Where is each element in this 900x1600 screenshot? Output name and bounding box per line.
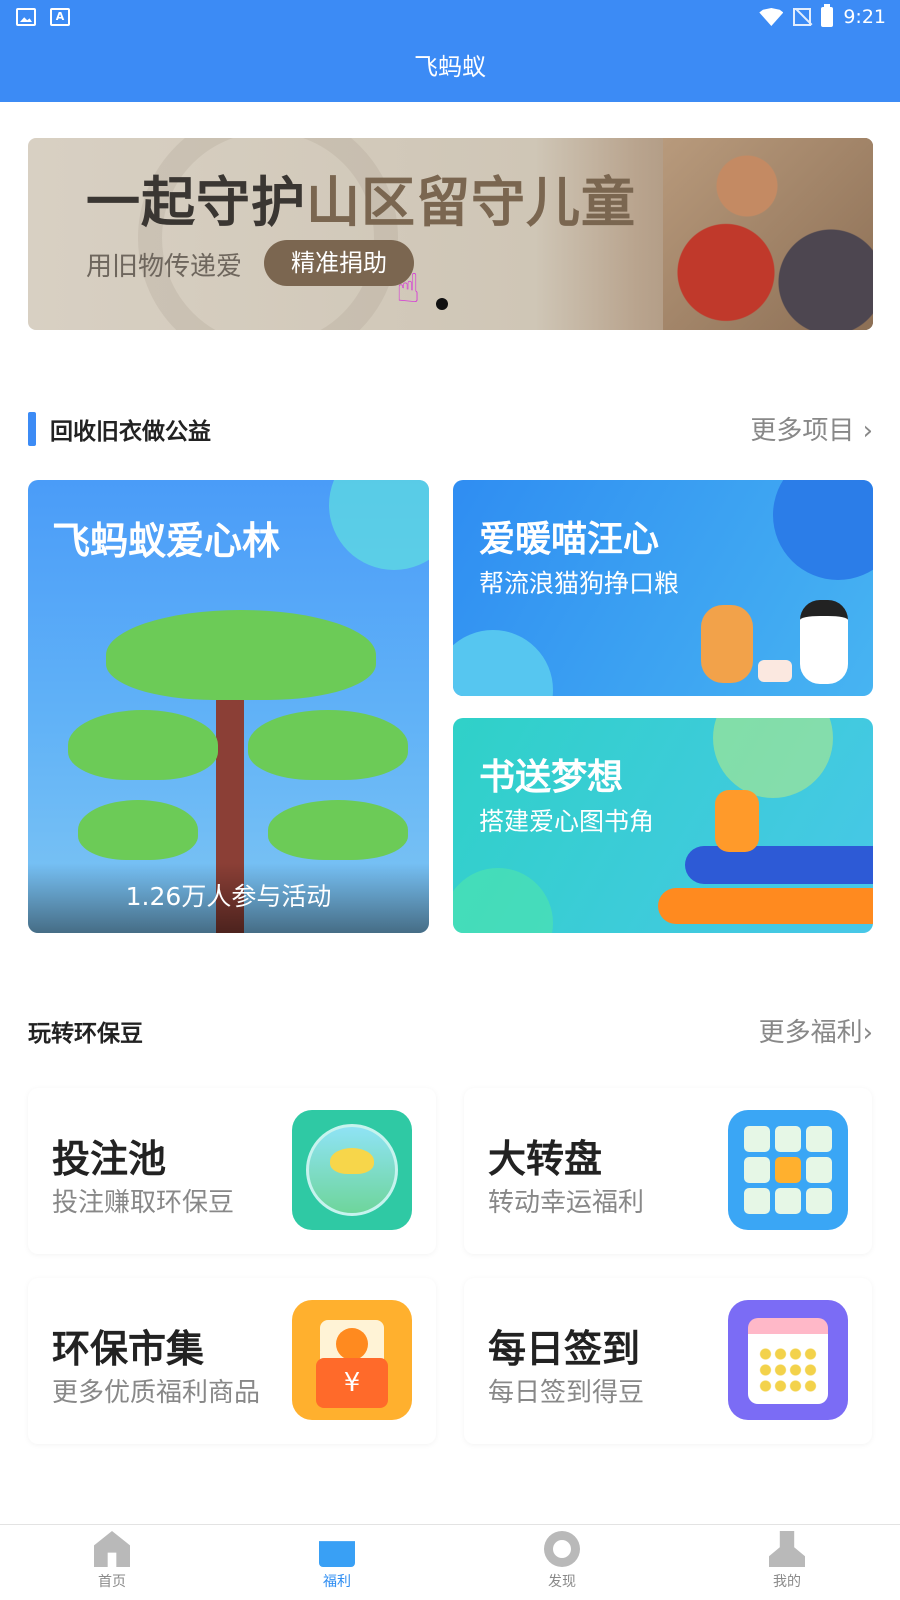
cat-icon (800, 600, 848, 684)
bowl-icon (758, 660, 792, 682)
no-signal-icon (793, 8, 812, 26)
tab-home[interactable]: 首页 (52, 1531, 172, 1591)
book-stack-icon (658, 888, 873, 924)
gift-icon (319, 1541, 355, 1567)
decor-circle (713, 718, 833, 798)
banner-subtitle: 用旧物传递爱 (86, 252, 243, 282)
bottom-tab-bar: 首页 福利 发现 我的 (0, 1524, 900, 1600)
tree-canopy-icon (268, 800, 408, 860)
benefit-subtitle: 每日签到得豆 (488, 1378, 645, 1408)
betting-pool-icon (292, 1110, 412, 1230)
calendar-icon (728, 1300, 848, 1420)
banner-headline: 一起守护山区留守儿童 (86, 171, 636, 234)
dog-icon (701, 605, 753, 683)
status-time: 9:21 (843, 6, 886, 28)
battery-icon (821, 4, 834, 27)
benefit-card-market[interactable]: 环保市集 更多优质福利商品 ¥ (28, 1278, 436, 1444)
benefit-subtitle: 投注赚取环保豆 (52, 1188, 235, 1218)
benefit-subtitle: 更多优质福利商品 (52, 1378, 261, 1408)
tree-canopy-icon (106, 610, 376, 700)
tree-canopy-icon (78, 800, 198, 860)
section-title: 玩转环保豆 (28, 1021, 143, 1047)
page-title: 飞蚂蚁 (0, 36, 900, 102)
decor-circle (773, 480, 873, 580)
section-title: 回收旧衣做公益 (50, 419, 211, 445)
benefit-subtitle: 转动幸运福利 (488, 1188, 645, 1218)
project-subtitle: 帮流浪猫狗挣口粮 (479, 569, 680, 598)
benefit-title: 环保市集 (52, 1327, 205, 1371)
project-title: 书送梦想 (479, 757, 624, 798)
benefit-title: 大转盘 (488, 1137, 603, 1181)
promo-banner[interactable]: 一起守护山区留守儿童 用旧物传递爱 精准捐助 ☝ (28, 138, 873, 330)
section-header-beans: 玩转环保豆 更多福利› (28, 1010, 873, 1050)
more-projects-link[interactable]: 更多项目 › (750, 410, 873, 447)
tab-label: 福利 (323, 1574, 351, 1590)
tree-canopy-icon (68, 710, 218, 780)
tab-label: 我的 (773, 1574, 801, 1590)
home-icon (94, 1531, 130, 1567)
text-notification-icon: A (50, 8, 70, 26)
chevron-right-icon: › (862, 416, 873, 446)
decor-circle (453, 868, 553, 933)
benefit-title: 投注池 (52, 1137, 167, 1181)
section-accent-bar (28, 412, 36, 446)
benefit-card-betting-pool[interactable]: 投注池 投注赚取环保豆 (28, 1088, 436, 1254)
benefit-title: 每日签到 (488, 1327, 641, 1371)
chevron-right-icon: › (862, 1018, 873, 1048)
banner-child-photo (663, 138, 873, 330)
tab-label: 发现 (548, 1574, 576, 1590)
benefit-card-daily-checkin[interactable]: 每日签到 每日签到得豆 (464, 1278, 872, 1444)
decor-circle (453, 630, 553, 696)
section-header-recycle: 回收旧衣做公益 更多项目 › (28, 408, 873, 448)
tab-welfare[interactable]: 福利 (277, 1531, 397, 1591)
lucky-wheel-icon (728, 1110, 848, 1230)
discover-icon (544, 1531, 580, 1567)
book-stack-icon (685, 846, 873, 884)
tree-canopy-icon (248, 710, 408, 780)
reader-person-icon (715, 790, 759, 852)
market-icon: ¥ (292, 1300, 412, 1420)
participant-count: 1.26万人参与活动 (125, 882, 332, 911)
benefit-card-lucky-wheel[interactable]: 大转盘 转动幸运福利 (464, 1088, 872, 1254)
more-benefits-link[interactable]: 更多福利› (759, 1012, 873, 1049)
project-title: 飞蚂蚁爱心林 (52, 519, 281, 563)
decor-circle (329, 480, 429, 570)
project-card-forest[interactable]: 飞蚂蚁爱心林 1.26万人参与活动 (28, 480, 429, 933)
carousel-indicator[interactable] (436, 298, 448, 310)
donate-button[interactable]: 精准捐助 (264, 240, 414, 286)
tab-discover[interactable]: 发现 (502, 1531, 622, 1591)
wifi-icon (759, 8, 784, 26)
project-card-books[interactable]: 书送梦想 搭建爱心图书角 (453, 718, 873, 933)
tab-label: 首页 (98, 1574, 126, 1590)
project-title: 爱暖喵汪心 (479, 519, 660, 560)
pointer-hand-icon: ☝ (396, 266, 421, 312)
image-notification-icon (16, 8, 36, 26)
project-card-pets[interactable]: 爱暖喵汪心 帮流浪猫狗挣口粮 (453, 480, 873, 696)
status-bar: A 9:21 (0, 0, 900, 36)
tab-profile[interactable]: 我的 (727, 1531, 847, 1591)
project-subtitle: 搭建爱心图书角 (479, 807, 655, 836)
profile-icon (769, 1531, 805, 1567)
